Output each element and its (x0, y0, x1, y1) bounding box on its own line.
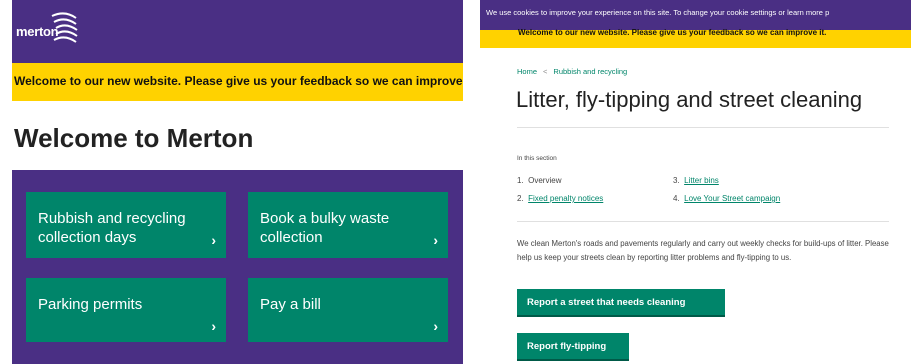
section-link[interactable]: Love Your Street campaign (684, 194, 780, 203)
tile-rubbish-recycling[interactable]: Rubbish and recycling collection days › (26, 192, 226, 258)
divider (517, 127, 889, 128)
feedback-banner-text: Welcome to our new website. Please give … (14, 74, 463, 88)
section-item-litter-bins: 3. Litter bins (673, 176, 719, 185)
section-number: 3. (673, 176, 680, 185)
page-title: Litter, fly-tipping and street cleaning (516, 87, 863, 112)
section-item-fixed-penalty: 2. Fixed penalty notices (517, 194, 603, 203)
section-number: 2. (517, 194, 524, 203)
tile-label: Parking permits (38, 296, 143, 313)
tile-pay-bill[interactable]: Pay a bill › (248, 278, 448, 342)
feedback-banner-text: Welcome to our new website. Please give … (518, 28, 827, 37)
street-cleaning-page-screenshot: We use cookies to improve your experienc… (480, 0, 911, 364)
cookie-notice: We use cookies to improve your experienc… (480, 0, 911, 30)
cookie-notice-text: We use cookies to improve your experienc… (486, 8, 830, 17)
logo-wave-icon (51, 12, 78, 43)
tile-label: Rubbish and recycling collection days (38, 210, 186, 246)
section-item-love-your-street: 4. Love Your Street campaign (673, 194, 780, 203)
chevron-right-icon: › (211, 318, 216, 334)
merton-homepage-screenshot: merton Welcome to our new website. Pleas… (12, 0, 463, 364)
tile-parking-permits[interactable]: Parking permits › (26, 278, 226, 342)
section-link[interactable]: Fixed penalty notices (528, 194, 603, 203)
divider (517, 221, 889, 222)
tile-bulky-waste[interactable]: Book a bulky waste collection › (248, 192, 448, 258)
quick-links-area: Rubbish and recycling collection days › … (12, 170, 463, 364)
breadcrumb-rubbish-recycling[interactable]: Rubbish and recycling (553, 67, 627, 76)
feedback-banner: Welcome to our new website. Please give … (480, 28, 911, 48)
breadcrumb: Home < Rubbish and recycling (517, 67, 627, 76)
chevron-right-icon: › (433, 318, 438, 334)
feedback-banner: Welcome to our new website. Please give … (12, 63, 463, 101)
in-section-label: In this section (517, 155, 557, 162)
report-flytipping-button[interactable]: Report fly-tipping (517, 333, 629, 361)
report-street-button[interactable]: Report a street that needs cleaning (517, 289, 725, 317)
breadcrumb-home[interactable]: Home (517, 67, 537, 76)
tile-label: Pay a bill (260, 296, 321, 313)
section-number: 4. (673, 194, 680, 203)
merton-logo[interactable]: merton (16, 10, 86, 50)
section-item-overview: 1. Overview (517, 176, 561, 185)
intro-paragraph: We clean Merton's roads and pavements re… (517, 239, 889, 262)
section-number: 1. (517, 176, 524, 185)
section-current-label: Overview (528, 176, 562, 185)
breadcrumb-separator: < (543, 67, 548, 76)
chevron-right-icon: › (211, 232, 216, 248)
tile-label: Book a bulky waste collection (260, 210, 390, 246)
page-heading: Welcome to Merton (14, 123, 254, 153)
section-link[interactable]: Litter bins (684, 176, 719, 185)
site-header: merton (12, 0, 463, 63)
chevron-right-icon: › (433, 232, 438, 248)
